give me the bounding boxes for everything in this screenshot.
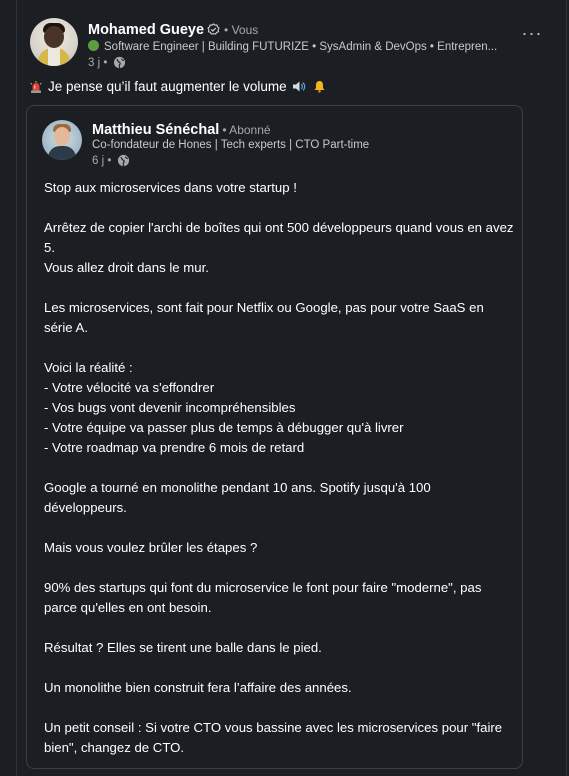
verified-icon (207, 23, 220, 39)
open-to-work-icon (88, 40, 99, 51)
siren-emoji-icon (30, 81, 42, 93)
reposted-author-name[interactable]: Matthieu Sénéchal (92, 122, 219, 138)
body-paragraph: Un monolithe bien construit fera l’affai… (44, 680, 352, 695)
post-header: Mohamed Gueye • Vous Software Engineer | … (30, 18, 550, 74)
body-paragraph: 90% des startups qui font du microservic… (44, 580, 482, 615)
feed-post-card: Mohamed Gueye • Vous Software Engineer | … (16, 0, 567, 776)
speaker-emoji-icon (292, 80, 307, 96)
reposted-author-relation: • Abonné (222, 123, 271, 137)
commentary-text: Je pense qu’il faut augmenter le volume (48, 79, 287, 94)
more-options-button[interactable]: ··· (520, 24, 544, 46)
body-paragraph: Voici la réalité : (44, 360, 133, 375)
bell-emoji-icon (313, 80, 326, 96)
post-time: 3 j • (88, 57, 108, 69)
body-paragraph: Mais vous voulez brûler les étapes ? (44, 540, 258, 555)
reposted-author-headline: Co-fondateur de Hones | Tech experts | C… (92, 139, 370, 151)
body-paragraph: Résultat ? Elles se tirent une balle dan… (44, 640, 322, 655)
post-commentary: Je pense qu’il faut augmenter le volume (30, 79, 326, 96)
post-meta: 3 j • (88, 56, 126, 72)
author-line: Mohamed Gueye • Vous (88, 21, 258, 39)
body-paragraph: Les microservices, sont fait pour Netfli… (44, 300, 484, 335)
body-paragraph: Google a tourné en monolithe pendant 10 … (44, 480, 431, 515)
author-relation: • Vous (224, 23, 259, 37)
body-paragraph: Un petit conseil : Si votre CTO vous bas… (44, 720, 503, 755)
body-paragraph: Arrêtez de copier l'archi de boîtes qui … (44, 220, 514, 255)
reposted-author-avatar[interactable] (42, 120, 82, 160)
list-item: - Votre roadmap va prendre 6 mois de ret… (44, 440, 305, 455)
list-item: - Votre équipe va passer plus de temps à… (44, 420, 404, 435)
body-paragraph: Vous allez droit dans le mur. (44, 260, 209, 275)
globe-icon (113, 56, 126, 72)
body-paragraph: Stop aux microservices dans votre startu… (44, 180, 297, 195)
author-headline: Software Engineer | Building FUTURIZE • … (104, 41, 498, 53)
reposted-author-line: Matthieu Sénéchal • Abonné (92, 121, 271, 139)
reposted-post-time: 6 j • (92, 155, 112, 167)
reposted-post[interactable]: Matthieu Sénéchal • Abonné Co-fondateur d… (26, 105, 523, 769)
reposted-post-body: Stop aux microservices dans votre startu… (44, 178, 514, 758)
author-headline-row: Software Engineer | Building FUTURIZE • … (88, 40, 518, 53)
author-avatar[interactable] (30, 18, 78, 66)
author-name[interactable]: Mohamed Gueye (88, 22, 204, 38)
list-item: - Vos bugs vont devenir incompréhensible… (44, 400, 296, 415)
globe-icon (117, 154, 130, 170)
reposted-post-meta: 6 j • (92, 154, 130, 170)
list-item: - Votre vélocité va s'effondrer (44, 380, 215, 395)
